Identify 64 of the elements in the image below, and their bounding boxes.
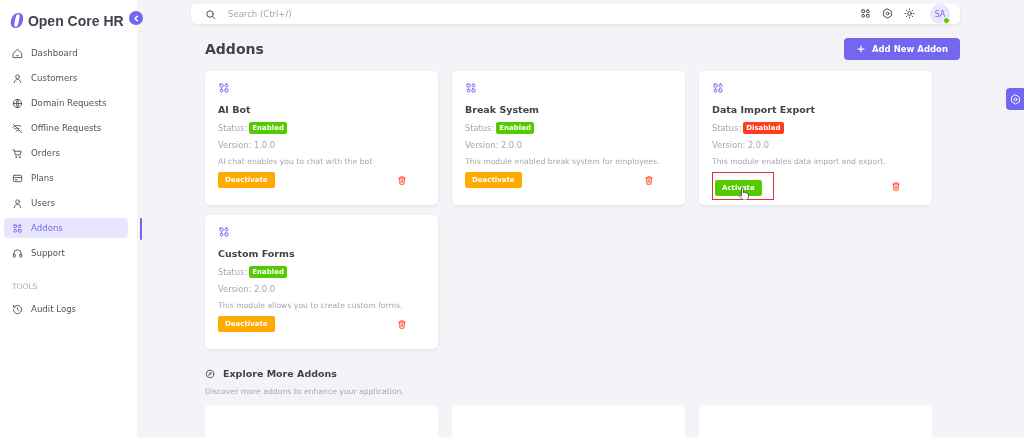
settings-icon — [1009, 93, 1021, 105]
compass-icon — [205, 368, 215, 379]
section-title: Explore More Addons — [223, 368, 337, 379]
search-icon — [205, 8, 216, 20]
settings-button[interactable] — [1006, 88, 1024, 110]
search-field[interactable]: Search (Ctrl+/) — [226, 8, 850, 20]
settings-icon — [882, 8, 893, 19]
grid-icon — [12, 222, 23, 234]
sidebar-item[interactable]: Offline Requests — [4, 118, 128, 138]
delete-button[interactable] — [644, 175, 654, 185]
sidebar-item[interactable]: Plans — [4, 168, 128, 188]
addon-name: Break System — [465, 104, 540, 115]
sun-icon — [904, 8, 915, 19]
sidebar-item[interactable]: Dashboard — [4, 43, 128, 63]
status-label: Status: — [218, 123, 248, 133]
grid-icon — [860, 8, 871, 19]
user-icon — [12, 197, 23, 209]
card-icon — [12, 172, 23, 184]
globe-icon — [12, 97, 23, 109]
history-icon — [12, 303, 23, 315]
status-label: Status: — [218, 267, 248, 277]
version-text: Version: 2.0.0 — [218, 283, 277, 296]
version-text: Version: 2.0.0 — [712, 139, 771, 152]
trash-icon — [397, 319, 407, 330]
sidebar-item[interactable]: Domain Requests — [4, 93, 128, 113]
user-icon — [12, 72, 23, 84]
chevron-left-icon — [131, 13, 141, 23]
trash-icon — [891, 181, 901, 192]
grid-icon — [218, 226, 230, 238]
logo: 0 — [10, 9, 24, 33]
add-addon-button[interactable]: Add New Addon — [843, 38, 960, 60]
theme-button[interactable] — [904, 8, 916, 20]
collapse-button[interactable] — [129, 11, 143, 25]
grid-icon — [712, 82, 724, 94]
delete-button[interactable] — [891, 181, 901, 191]
addon-name: AI Bot — [218, 104, 252, 115]
grid-icon — [465, 82, 477, 94]
wifi-off-icon — [12, 122, 23, 134]
version-text: Version: 2.0.0 — [465, 139, 524, 152]
trash-icon — [397, 175, 407, 186]
settings-button[interactable] — [882, 8, 894, 20]
sidebar-item[interactable]: Support — [4, 243, 128, 263]
apps-button[interactable] — [860, 8, 872, 20]
status-label: Status: — [712, 123, 742, 133]
avatar[interactable]: SA — [930, 4, 950, 24]
trash-icon — [644, 175, 654, 186]
sidebar-item[interactable]: Orders — [4, 143, 128, 163]
search-bar[interactable]: Search (Ctrl+/) SA — [191, 4, 960, 24]
sidebar-item[interactable]: Users — [4, 193, 128, 213]
addon-name: Data Import Export — [712, 104, 817, 115]
app-name: Open Core HR — [27, 13, 124, 29]
sidebar-item[interactable]: Audit Logs — [4, 299, 128, 319]
addon-name: Custom Forms — [218, 248, 296, 259]
status-label: Status: — [465, 123, 495, 133]
headset-icon — [12, 247, 23, 259]
plus-icon — [855, 44, 866, 54]
cart-icon — [12, 147, 23, 159]
delete-button[interactable] — [397, 175, 407, 185]
page-title: Addons — [205, 41, 264, 57]
version-text: Version: 1.0.0 — [218, 139, 277, 152]
delete-button[interactable] — [397, 319, 407, 329]
home-icon — [12, 47, 23, 59]
grid-icon — [218, 82, 230, 94]
sidebar-item[interactable]: Customers — [4, 68, 128, 88]
